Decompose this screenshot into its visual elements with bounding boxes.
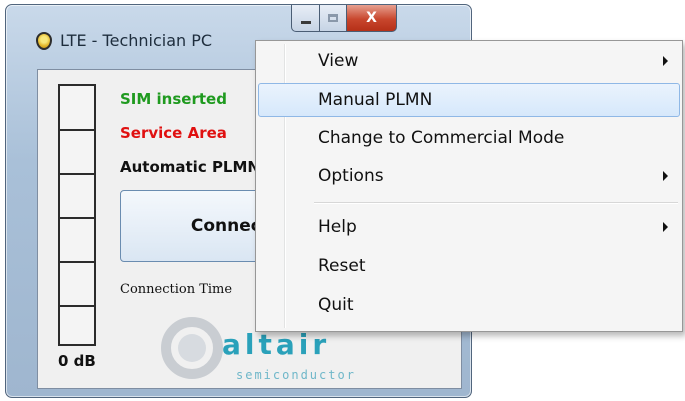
- menu-item-manual-plmn[interactable]: Manual PLMN: [258, 83, 680, 117]
- menu-item-label: Quit: [318, 295, 354, 315]
- menu-item-label: View: [318, 51, 359, 71]
- caption-buttons: X: [291, 5, 397, 32]
- menu-item-label: Manual PLMN: [318, 90, 433, 110]
- minimize-button[interactable]: [291, 5, 320, 32]
- signal-segment-divider: [60, 129, 94, 131]
- logo-wordmark: altair: [222, 328, 331, 361]
- service-area-status: Service Area: [120, 124, 227, 142]
- window-title: LTE - Technician PC: [60, 31, 213, 50]
- menu-item-help[interactable]: Help: [258, 210, 680, 244]
- plmn-status: Automatic PLMN: [120, 158, 260, 176]
- signal-segment-divider: [60, 261, 94, 263]
- close-button[interactable]: X: [347, 5, 397, 32]
- menu-item-view[interactable]: View: [258, 44, 680, 78]
- connection-time-label: Connection Time: [120, 282, 233, 297]
- minimize-icon: [300, 20, 311, 24]
- menu-item-reset[interactable]: Reset: [258, 249, 680, 283]
- signal-db-label: 0 dB: [58, 352, 96, 370]
- submenu-arrow-icon: [663, 56, 668, 66]
- close-icon: X: [366, 10, 377, 26]
- signal-segment-divider: [60, 217, 94, 219]
- menu-item-quit[interactable]: Quit: [258, 288, 680, 322]
- submenu-arrow-icon: [663, 171, 668, 181]
- menu-item-label: Reset: [318, 256, 366, 276]
- menu-item-label: Change to Commercial Mode: [318, 128, 565, 148]
- menu-item-options[interactable]: Options: [258, 159, 680, 193]
- app-logo-icon: [36, 32, 52, 50]
- maximize-button[interactable]: [320, 5, 347, 32]
- signal-strength-meter: [58, 84, 96, 346]
- menu-item-change-to-commercial-mode[interactable]: Change to Commercial Mode: [258, 121, 680, 155]
- menu-separator: [314, 202, 678, 204]
- signal-segment-divider: [60, 305, 94, 307]
- signal-segment-divider: [60, 173, 94, 175]
- context-menu: View Manual PLMN Change to Commercial Mo…: [255, 40, 683, 332]
- sim-status: SIM inserted: [120, 90, 227, 108]
- maximize-icon: [328, 14, 338, 22]
- menu-item-label: Options: [318, 166, 384, 186]
- logo-subtitle: semiconductor: [236, 368, 356, 382]
- submenu-arrow-icon: [663, 222, 668, 232]
- menu-item-label: Help: [318, 217, 357, 237]
